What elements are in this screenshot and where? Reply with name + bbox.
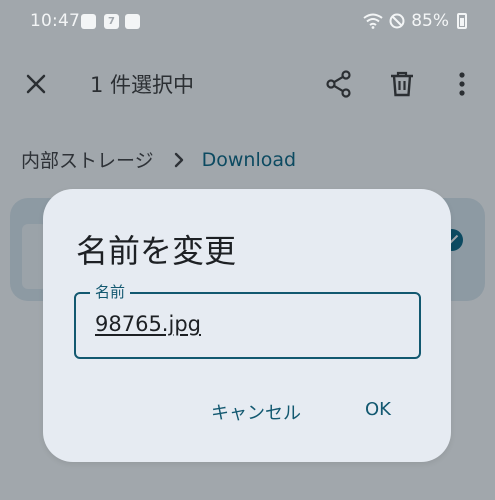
dialog-actions: キャンセル OK xyxy=(43,395,451,425)
app-bar: 1 件選択中 xyxy=(0,46,495,122)
status-time: 10:47 xyxy=(30,11,80,31)
close-icon xyxy=(26,74,46,94)
selection-count-title: 1 件選択中 xyxy=(90,73,195,97)
breadcrumb-current[interactable]: Download xyxy=(202,149,296,171)
chevron-right-icon xyxy=(174,152,183,167)
delete-button[interactable] xyxy=(383,65,421,103)
filename-input[interactable]: 98765.jpg xyxy=(95,312,201,336)
rename-dialog: 名前を変更 名前 98765.jpg キャンセル OK xyxy=(43,189,451,462)
battery-icon xyxy=(457,13,467,29)
gallery-notification-icon xyxy=(81,14,96,29)
wifi-icon xyxy=(363,13,383,29)
breadcrumb: 内部ストレージ Download xyxy=(21,146,296,173)
dialog-title: 名前を変更 xyxy=(76,232,237,270)
do-not-disturb-icon xyxy=(389,13,405,29)
seven-notification-icon: 7 xyxy=(104,14,119,29)
trash-icon xyxy=(391,71,413,97)
breadcrumb-root[interactable]: 内部ストレージ xyxy=(21,146,154,173)
share-icon xyxy=(326,70,351,98)
more-options-button[interactable] xyxy=(443,65,481,103)
filename-field[interactable]: 名前 98765.jpg xyxy=(74,283,421,359)
status-bar: 10:47 7 85% xyxy=(0,0,495,46)
battery-percent: 85% xyxy=(411,11,449,31)
ok-button[interactable]: OK xyxy=(365,399,391,420)
cancel-button[interactable]: キャンセル xyxy=(211,399,301,425)
status-right: 85% xyxy=(363,11,467,31)
screen: 10:47 7 85% 1 件選択中 内部ストレージ Download 名前を変… xyxy=(0,0,495,500)
share-button[interactable] xyxy=(320,65,358,103)
more-vert-icon xyxy=(459,72,465,96)
close-selection-button[interactable] xyxy=(18,66,54,102)
app-notification-icon xyxy=(125,14,140,29)
filename-field-label: 名前 xyxy=(90,283,131,301)
